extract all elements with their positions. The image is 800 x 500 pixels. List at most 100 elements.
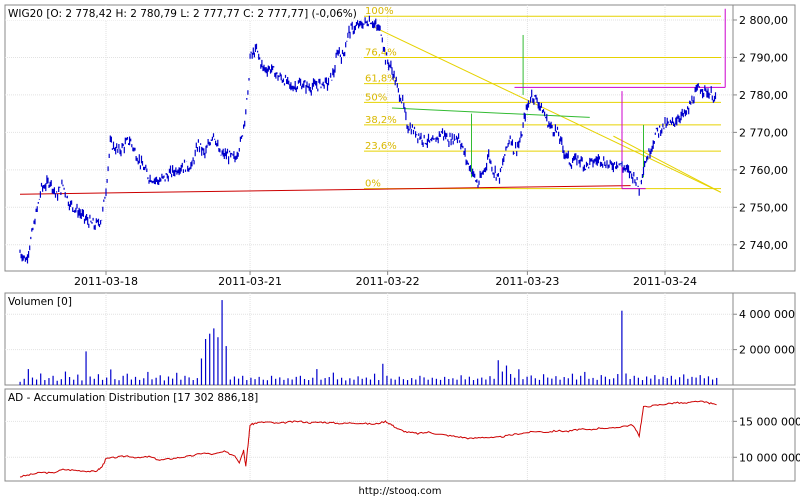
volume-bar: [373, 373, 376, 385]
y-tick-label: 2 740,00: [739, 239, 788, 252]
volume-bar: [592, 377, 594, 385]
volume-bar: [196, 378, 198, 385]
volume-bar: [390, 378, 392, 385]
volume-bar: [176, 372, 178, 385]
volume-bar: [287, 378, 289, 385]
volume-bar: [481, 377, 483, 385]
volume-bar: [118, 380, 120, 385]
stock-chart: 2 740,00 2 750,00 2 760,00 2 770,00 2 780,00…: [4, 4, 800, 482]
volume-bar: [52, 375, 54, 385]
volume-bar: [650, 378, 652, 385]
volume-bar: [275, 378, 277, 385]
volume-bar: [217, 337, 219, 385]
volume-bar: [687, 378, 689, 385]
volume-bar: [555, 376, 557, 385]
volume-bar: [233, 376, 236, 385]
volume-bar: [237, 378, 240, 385]
volume-bar: [386, 375, 388, 385]
price-legend: WIG20 [O: 2 778,42 H: 2 780,79 L: 2 777,…: [8, 8, 357, 20]
volume-bar: [460, 375, 462, 385]
volume-bar: [699, 375, 701, 385]
volume-bar: [213, 328, 215, 385]
volume-bar: [172, 378, 174, 385]
volume-bar: [110, 369, 112, 385]
volume-bar: [654, 375, 656, 385]
volume-bar: [542, 374, 545, 385]
volume-bar: [159, 375, 161, 385]
volume-bar: [139, 379, 141, 385]
volume-bar: [188, 377, 190, 385]
volume-bar: [27, 369, 29, 385]
volume-bar: [435, 378, 438, 385]
volume-bar: [505, 365, 508, 385]
volume-bar: [559, 379, 561, 385]
ad-panel: 10 000 000 15 000 000 AD - Accumulation Di…: [4, 388, 800, 482]
volume-bar: [427, 379, 429, 385]
volume-bar: [77, 374, 79, 385]
x-tick-label: 2011-03-18: [74, 275, 138, 288]
volume-bar: [369, 379, 372, 385]
volume-bar: [93, 378, 95, 385]
volume-bar: [361, 378, 363, 385]
volume-bar: [625, 373, 627, 385]
volume-bar: [464, 379, 466, 385]
volume-bar: [64, 371, 67, 385]
fibonacci-level-label: 38,2%: [365, 115, 397, 126]
volume-bar: [444, 376, 446, 385]
volume-bar: [35, 379, 38, 385]
volume-bar: [279, 377, 281, 385]
volume-bar: [641, 380, 644, 385]
volume-bar: [580, 375, 582, 385]
volume-bar: [324, 378, 326, 385]
volume-bar: [270, 375, 273, 385]
volume-bar: [147, 371, 149, 385]
volume-bar: [501, 371, 503, 385]
volume-bar: [40, 373, 42, 385]
x-tick-label: 2011-03-22: [356, 275, 420, 288]
volume-bar: [258, 376, 260, 385]
volume-bar: [192, 380, 194, 385]
fibonacci-level-label: 0%: [365, 179, 381, 190]
volume-bar: [485, 379, 487, 385]
volume-bar: [328, 377, 330, 385]
volume-bar: [97, 374, 100, 385]
volume-bar: [596, 379, 598, 385]
volume-bar: [200, 358, 203, 385]
volume-bar: [547, 377, 549, 385]
volume-bar: [308, 380, 310, 385]
volume-bar: [530, 375, 532, 385]
volume-bar: [472, 380, 475, 385]
y-tick-label: 15 000 000: [739, 415, 800, 428]
volume-bar: [225, 346, 227, 385]
volume-bar: [588, 378, 590, 385]
volume-bar: [646, 376, 648, 385]
volume-bar: [707, 376, 710, 385]
volume-bar: [510, 374, 512, 385]
volume-bar: [382, 363, 384, 385]
volume-bar: [134, 376, 137, 385]
volume-bar: [411, 378, 413, 385]
volume-bar: [299, 375, 301, 385]
volume-bar: [683, 374, 685, 385]
volume-bar: [468, 376, 470, 385]
volume-bar: [514, 377, 516, 385]
price-panel: 2 740,00 2 750,00 2 760,00 2 770,00 2 780,00…: [4, 4, 796, 288]
volume-bar: [477, 378, 479, 385]
x-tick-label: 2011-03-24: [633, 275, 697, 288]
volume-bar: [250, 377, 252, 385]
source-url[interactable]: http://stooq.com: [0, 486, 800, 497]
volume-bar: [670, 375, 672, 385]
volume-bar: [431, 377, 433, 385]
volume-bar: [19, 381, 21, 385]
volume-bar: [621, 310, 623, 385]
y-tick-label: 2 760,00: [739, 164, 788, 177]
volume-bar: [341, 377, 343, 385]
volume-bar: [563, 377, 565, 385]
ad-legend: AD - Accumulation Distribution [17 302 8…: [8, 392, 258, 404]
y-tick-label: 2 780,00: [739, 89, 788, 102]
y-tick-label: 4 000 000: [739, 308, 795, 321]
volume-bar: [497, 360, 499, 385]
volume-bar: [584, 371, 586, 385]
y-tick-label: 2 000 000: [739, 344, 795, 357]
y-tick-label: 2 790,00: [739, 51, 788, 64]
